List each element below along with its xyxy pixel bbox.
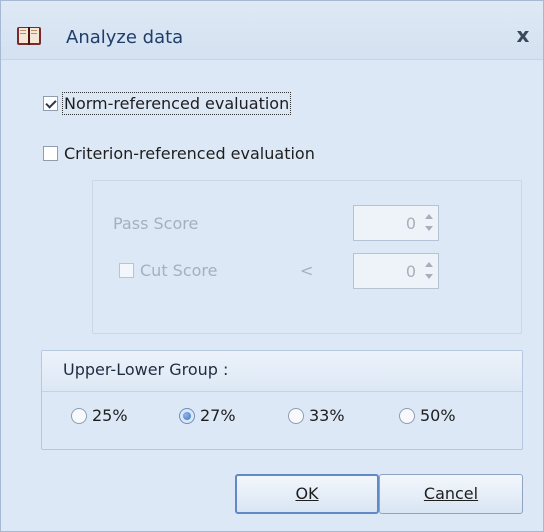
pass-score-spin-buttons[interactable] [424,211,434,235]
norm-referenced-option[interactable]: Norm-referenced evaluation [43,92,292,115]
title-bar[interactable]: Analyze data x [1,1,543,60]
dialog-content: Norm-referenced evaluation Criterion-ref… [1,60,543,531]
group-title: Upper-Lower Group : [63,360,229,379]
cut-score-spin-buttons[interactable] [424,259,434,283]
pass-score-value: 0 [405,214,416,233]
cut-score-operator: < [300,261,314,280]
ok-button-label: OK [295,484,319,503]
radio-option-27[interactable]: 27% [179,406,236,425]
criterion-referenced-label: Criterion-referenced evaluation [64,144,315,163]
cancel-button[interactable]: Cancel [379,474,523,514]
radio-option-33[interactable]: 33% [288,406,345,425]
close-button[interactable]: x [511,23,535,47]
criterion-settings-panel: Pass Score 0 Cut Score < 0 [92,180,522,334]
spin-up-icon[interactable] [425,214,433,219]
spin-up-icon[interactable] [425,262,433,267]
pass-score-label: Pass Score [113,214,199,233]
book-icon [17,27,41,45]
cut-score-spinner[interactable]: 0 [353,253,439,289]
cut-score-value: 0 [405,262,416,281]
norm-referenced-label: Norm-referenced evaluation [61,92,292,115]
norm-referenced-checkbox[interactable] [43,96,58,111]
dialog-title: Analyze data [66,27,184,48]
radio-option-50[interactable]: 50% [399,406,456,425]
radio-button[interactable] [288,407,304,424]
cut-score-label: Cut Score [140,261,218,280]
radio-label-50: 50% [420,406,456,425]
radio-button-selected[interactable] [179,407,195,424]
spin-down-icon[interactable] [425,226,433,231]
radio-button[interactable] [71,407,87,424]
spin-down-icon[interactable] [425,274,433,279]
radio-label-27: 27% [200,406,236,425]
radio-label-33: 33% [309,406,345,425]
upper-lower-group-box: Upper-Lower Group : 25% 27% 33% 50% [41,350,523,450]
cut-score-option[interactable]: Cut Score [119,261,217,280]
group-header: Upper-Lower Group : [42,351,522,392]
analyze-data-dialog: Analyze data x Norm-referenced evaluatio… [0,0,544,532]
close-icon: x [516,23,530,47]
pass-score-spinner[interactable]: 0 [353,205,439,241]
cancel-button-label: Cancel [423,484,479,503]
criterion-referenced-option[interactable]: Criterion-referenced evaluation [43,144,315,163]
radio-option-25[interactable]: 25% [71,406,128,425]
cut-score-checkbox[interactable] [119,263,134,278]
criterion-referenced-checkbox[interactable] [43,146,58,161]
ok-button[interactable]: OK [235,474,379,514]
radio-label-25: 25% [92,406,128,425]
radio-button[interactable] [399,407,415,424]
